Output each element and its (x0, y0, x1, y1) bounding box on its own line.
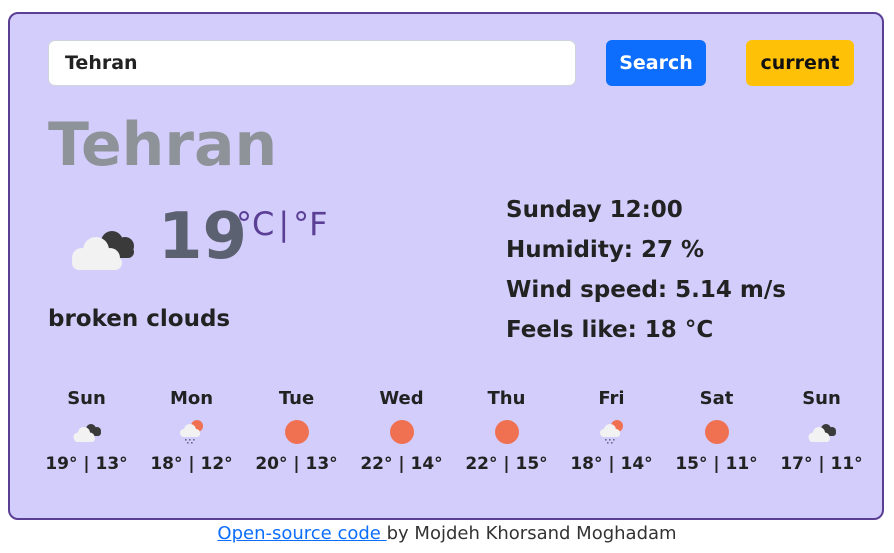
weather-description: broken clouds (48, 306, 231, 332)
rain-sun-icon (559, 414, 664, 450)
weather-details: Sunday 12:00 Humidity: 27 % Wind speed: … (506, 190, 786, 350)
open-source-link[interactable]: Open-source code (217, 523, 386, 544)
forecast-day: Fri 18° | 14° (559, 384, 664, 484)
city-search-input[interactable] (48, 40, 576, 86)
fahrenheit-link[interactable]: °F (293, 204, 327, 244)
forecast: Sun 19° | 13° Mon 18° | 12° Tue 20° | 13… (34, 384, 874, 484)
forecast-temps: 20° | 13° (255, 454, 338, 474)
broken-clouds-icon (34, 414, 139, 450)
humidity: Humidity: 27 % (506, 237, 705, 263)
forecast-day: Thu 22° | 15° (454, 384, 559, 484)
forecast-day-name: Fri (598, 388, 625, 409)
day-time: Sunday 12:00 (506, 197, 683, 223)
search-button[interactable]: Search (606, 40, 706, 86)
forecast-day: Wed 22° | 14° (349, 384, 454, 484)
forecast-day: Tue 20° | 13° (244, 384, 349, 484)
sun-icon (244, 414, 349, 450)
forecast-temps: 19° | 13° (45, 454, 128, 474)
unit-toggle: °C | °F (236, 204, 328, 244)
current-temperature: 19 (158, 200, 248, 274)
forecast-day-name: Tue (278, 388, 315, 409)
forecast-day-name: Sat (699, 388, 734, 409)
sun-icon (664, 414, 769, 450)
feels-like: Feels like: 18 °C (506, 317, 714, 343)
forecast-day-name: Sun (67, 388, 106, 409)
footer: Open-source code by Mojdeh Khorsand Mogh… (0, 520, 894, 548)
city-name: Tehran (48, 110, 278, 180)
forecast-temps: 17° | 11° (780, 454, 863, 474)
forecast-day: Sat 15° | 11° (664, 384, 769, 484)
forecast-temps: 15° | 11° (675, 454, 758, 474)
forecast-day-name: Mon (169, 388, 214, 409)
forecast-day: Sun 17° | 11° (769, 384, 874, 484)
forecast-temps: 22° | 15° (465, 454, 548, 474)
current-location-button[interactable]: current (746, 40, 854, 86)
forecast-day: Mon 18° | 12° (139, 384, 244, 484)
forecast-temps: 22° | 14° (360, 454, 443, 474)
wind-speed: Wind speed: 5.14 m/s (506, 277, 786, 303)
rain-sun-icon (139, 414, 244, 450)
forecast-temps: 18° | 12° (150, 454, 233, 474)
forecast-day: Sun 19° | 13° (34, 384, 139, 484)
broken-clouds-icon (769, 414, 874, 450)
forecast-day-name: Thu (487, 388, 526, 409)
forecast-day-name: Sun (802, 388, 841, 409)
forecast-day-name: Wed (379, 388, 424, 409)
sun-icon (349, 414, 454, 450)
author-credit: by Mojdeh Khorsand Moghadam (386, 523, 677, 544)
weather-card: Search current Tehran 19 °C|°F broken cl… (8, 12, 884, 520)
sun-icon (454, 414, 559, 450)
celsius-link[interactable]: °C (236, 204, 274, 244)
broken-clouds-icon (62, 220, 142, 276)
unit-separator: | (278, 205, 290, 243)
forecast-temps: 18° | 14° (570, 454, 653, 474)
